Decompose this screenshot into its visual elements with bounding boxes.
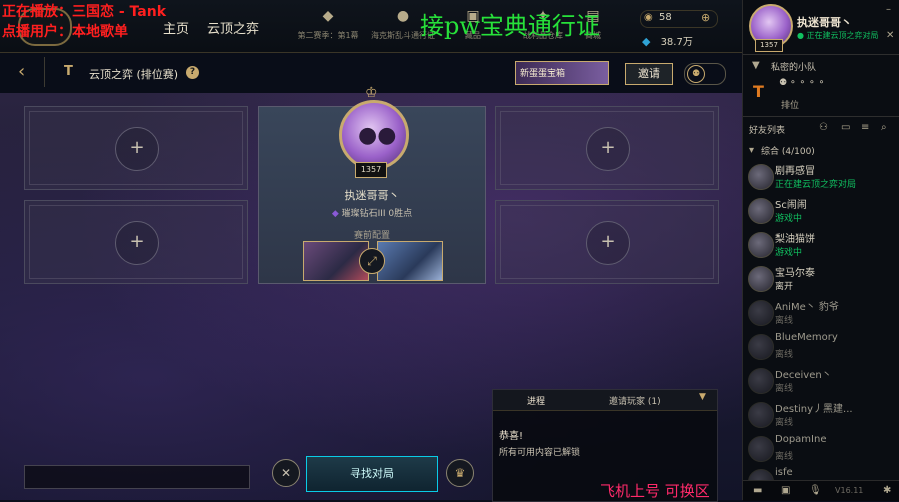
avatar (748, 232, 774, 258)
avatar (748, 334, 774, 360)
party-members-icon: ⚉⚬⚬⚬⚬ (779, 78, 828, 88)
party-header: 私密的小队 (771, 63, 817, 73)
plus-icon: + (115, 221, 159, 265)
chevron-down-icon[interactable]: ▾ (749, 145, 754, 156)
tab-bar: 进程 邀请玩家 (1) ▼ (493, 390, 717, 411)
friend-item[interactable]: DopamIne 离线 (743, 432, 899, 465)
friends-header: 好友列表 (749, 126, 786, 136)
friend-group-label[interactable]: 综合 (4/100) (761, 144, 815, 157)
avatar (748, 300, 774, 326)
message-title: 恭喜! (499, 431, 524, 442)
avatar (748, 436, 774, 462)
rp-counter[interactable]: ◉ 58 ⊕ (640, 10, 718, 28)
be-counter: ◆ 38.7万 (642, 35, 693, 48)
avatar (748, 164, 774, 190)
player-name: 执迷哥哥丶 (344, 189, 400, 202)
plus-icon: + (586, 127, 630, 171)
version-label: V16.11 (835, 486, 864, 495)
back-arrow-icon[interactable]: ‹ (18, 61, 25, 82)
rank-text: ◆ 璀璨钻石III 0胜点 (331, 209, 413, 219)
lobby-area: + + + + ♔ ●● 1357 执迷哥哥丶 ◆ 璀璨钻石III 0胜点 赛前… (0, 85, 742, 502)
tft-logo-icon: T (64, 64, 73, 79)
voice-icon[interactable]: 🎙 (809, 485, 822, 496)
list-icon[interactable]: ≡ (861, 122, 869, 133)
friend-item[interactable]: BlueMemory 离线 (743, 330, 899, 363)
chevron-down-icon[interactable]: ▼ (699, 392, 706, 402)
avatar (748, 368, 774, 394)
party-leader-crown-icon: ♔ (365, 85, 378, 101)
add-folder-icon[interactable]: ▭ (841, 122, 850, 133)
party-toggle[interactable]: ⚉ (684, 63, 726, 85)
friend-item[interactable]: AniMe丶 豹爷 离线 (743, 296, 899, 329)
chat-input[interactable] (24, 465, 250, 489)
level-badge: 1357 (355, 162, 387, 178)
bug-report-icon[interactable]: ✱ (883, 485, 891, 496)
stream-banner-overlay: 接pw宝典通行证 (420, 12, 600, 40)
expand-icon[interactable]: ⤢ (359, 248, 385, 274)
rp-icon: ◉ (644, 12, 653, 23)
pengu-icon: ● (396, 8, 410, 24)
requester-overlay: 点播用户：本地歌单 (2, 24, 128, 40)
tab-invite-players[interactable]: 邀请玩家 (1) (609, 394, 661, 407)
divider (743, 116, 899, 117)
player-avatar: ●● (339, 100, 409, 170)
find-match-button[interactable]: 寻找对局 (306, 456, 438, 492)
profile-name: 执迷哥哥丶 (797, 16, 852, 29)
divider (44, 57, 45, 87)
empty-slot[interactable]: + (495, 200, 719, 284)
rank-emblem-icon[interactable]: ♛ (446, 459, 474, 487)
arena-loadout[interactable] (377, 241, 443, 281)
tft-logo-icon: T (753, 82, 764, 101)
social-toolbar: ▬ ▣ 🎙 V16.11 ✱ (743, 480, 899, 501)
minimize-icon[interactable]: – (886, 4, 891, 15)
essence-icon: ◆ (642, 35, 651, 48)
tab-progress[interactable]: 进程 (527, 394, 545, 407)
friend-item[interactable]: Destiny丿黑建... 离线 (743, 398, 899, 431)
empty-slot[interactable]: + (495, 106, 719, 190)
close-icon[interactable]: ✕ (886, 30, 894, 41)
pengu-face-icon: ●● (358, 123, 397, 148)
friend-item[interactable]: 梨油猫饼 游戏中 (743, 228, 899, 261)
pass-icon: ◆ (322, 8, 334, 24)
queue-title: 云顶之弈 (排位赛) (89, 68, 179, 81)
friend-item[interactable]: 剧再感冒 正在建云顶之弈对局 (743, 160, 899, 193)
loadout-label: 赛前配置 (353, 231, 390, 241)
avatar (748, 402, 774, 428)
divider (743, 54, 899, 55)
add-rp-icon[interactable]: ⊕ (701, 11, 710, 24)
add-friend-icon[interactable]: ⚇ (819, 122, 828, 133)
avatar (748, 198, 774, 224)
empty-slot[interactable]: + (24, 106, 248, 190)
player-card: ♔ ●● 1357 执迷哥哥丶 ◆ 璀璨钻石III 0胜点 赛前配置 ⤢ (258, 85, 486, 284)
friend-item[interactable]: 宝马尔泰 离开 (743, 262, 899, 295)
profile-level-badge: 1357 (755, 39, 783, 52)
party-queue-label: 排位 (781, 101, 800, 111)
friend-item[interactable]: Sc闹闹 游戏中 (743, 194, 899, 227)
missions-icon[interactable]: ▣ (781, 485, 790, 496)
user-add-icon: ⚉ (687, 65, 705, 83)
close-lobby-icon[interactable]: ✕ (272, 459, 300, 487)
profile-status: ● 正在建云顶之弈对局 (797, 31, 879, 40)
egg-promo-button[interactable]: 新蛋蛋宝箱 (515, 61, 609, 85)
avatar (748, 266, 774, 292)
mode-pass[interactable]: ◆ 第二赛季：第1幕 (293, 8, 363, 41)
plus-icon: + (115, 127, 159, 171)
help-icon[interactable]: ? (186, 66, 199, 79)
social-panel: 1357 执迷哥哥丶 ● 正在建云顶之弈对局 – ✕ ▼ 私密的小队 T ⚉⚬⚬… (742, 0, 899, 501)
nav-tft[interactable]: 云顶之弈 (207, 18, 259, 37)
chevron-down-icon[interactable]: ▼ (752, 60, 760, 71)
empty-slot[interactable]: + (24, 200, 248, 284)
plus-icon: + (586, 221, 630, 265)
stream-bottom-overlay: 飞机上号 可换区 (600, 482, 710, 500)
chat-icon[interactable]: ▬ (753, 485, 762, 496)
invite-button[interactable]: 邀请 (625, 63, 673, 85)
friend-item[interactable]: Deceiven丶 离线 (743, 364, 899, 397)
diamond-rank-icon: ◆ (331, 209, 339, 219)
now-playing-overlay: 正在播放：三国恋 - Tank (2, 4, 167, 20)
nav-home[interactable]: 主页 (163, 18, 189, 37)
search-icon[interactable]: ⌕ (881, 122, 887, 133)
message-body: 所有可用内容已解锁 (499, 448, 581, 458)
